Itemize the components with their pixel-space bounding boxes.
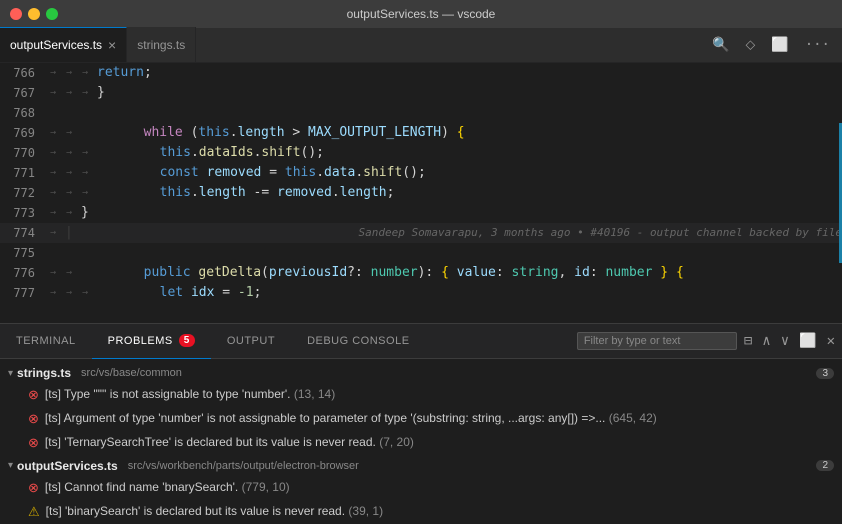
file-path: src/vs/workbench/parts/output/electron-b… — [128, 460, 359, 472]
code-line-774: 774 → | Sandeep Somavarapu, 3 months ago… — [0, 223, 842, 243]
toggle-single-icon[interactable]: ⬜ — [796, 331, 819, 351]
debug-tab-label: DEBUG CONSOLE — [307, 335, 409, 347]
terminal-tab-label: TERMINAL — [16, 335, 76, 347]
file-name: outputServices.ts — [17, 459, 118, 473]
tab-bar: outputServices.ts × strings.ts 🔍 ⬦ ⬜ ··· — [0, 28, 842, 63]
code-line-777: 777 → → → let idx = -1; — [0, 283, 842, 303]
nav-up-icon[interactable]: ∧ — [759, 331, 773, 351]
tab-strings[interactable]: strings.ts — [127, 27, 196, 62]
traffic-lights — [10, 8, 58, 20]
code-line-766: 766 → → → return; — [0, 63, 842, 83]
error-icon: ⊗ — [28, 386, 39, 404]
code-line-772: 772 → → → this.length -= removed.length; — [0, 183, 842, 203]
problem-text: [ts] 'binarySearch' is declared but its … — [46, 503, 834, 520]
error-icon: ⊗ — [28, 410, 39, 428]
problem-item[interactable]: ⊗ [ts] Argument of type 'number' is not … — [0, 407, 842, 431]
file-badge: 2 — [816, 460, 834, 471]
problem-text: [ts] 'TernarySearchTree' is declared but… — [45, 434, 834, 451]
problem-item[interactable]: ⚠ [ts] 'binarySearch' is declared but it… — [0, 500, 842, 523]
problem-pos: (7, 20) — [379, 435, 414, 449]
problem-pos: (13, 14) — [294, 387, 335, 401]
problem-text: [ts] Type '""' is not assignable to type… — [45, 386, 834, 403]
bottom-panel: TERMINAL PROBLEMS 5 OUTPUT DEBUG CONSOLE… — [0, 323, 842, 523]
editor-area: 766 → → → return; 767 → → → } 768 769 → … — [0, 63, 842, 323]
chevron-icon: ▾ — [8, 368, 13, 379]
problem-item[interactable]: ⊗ [ts] 'TernarySearchTree' is declared b… — [0, 431, 842, 455]
error-icon: ⊗ — [28, 479, 39, 497]
tab-label: strings.ts — [137, 38, 185, 52]
error-icon: ⊗ — [28, 434, 39, 452]
source-control-icon[interactable]: ⬦ — [741, 35, 759, 55]
problem-pos: (779, 10) — [242, 480, 290, 494]
tab-close-icon[interactable]: × — [108, 38, 116, 52]
problem-pos: (645, 42) — [609, 411, 657, 425]
problem-text: [ts] Argument of type 'number' is not as… — [45, 410, 834, 427]
tab-debug-console[interactable]: DEBUG CONSOLE — [291, 324, 425, 359]
file-group-output-services: ▾ outputServices.ts src/vs/workbench/par… — [0, 456, 842, 523]
problem-item[interactable]: ⊗ [ts] Type '""' is not assignable to ty… — [0, 383, 842, 407]
panel-filter: ⊟ ∧ ∨ ⬜ ✕ — [577, 331, 838, 351]
tab-problems[interactable]: PROBLEMS 5 — [92, 324, 211, 359]
nav-down-icon[interactable]: ∨ — [778, 331, 792, 351]
tab-output-services[interactable]: outputServices.ts × — [0, 27, 127, 62]
output-tab-label: OUTPUT — [227, 335, 275, 347]
code-line-767: 767 → → → } — [0, 83, 842, 103]
file-path: src/vs/base/common — [81, 367, 182, 379]
title-bar: outputServices.ts — vscode — [0, 0, 842, 28]
collapse-all-icon[interactable]: ⊟ — [741, 331, 755, 351]
file-group-strings: ▾ strings.ts src/vs/base/common 3 ⊗ [ts]… — [0, 363, 842, 456]
file-badge: 3 — [816, 368, 834, 379]
search-icon[interactable]: 🔍 — [708, 35, 733, 55]
tab-output[interactable]: OUTPUT — [211, 324, 291, 359]
close-button[interactable] — [10, 8, 22, 20]
file-header-output-services[interactable]: ▾ outputServices.ts src/vs/workbench/par… — [0, 456, 842, 476]
problem-text: [ts] Cannot find name 'bnarySearch'. (77… — [45, 479, 834, 496]
problems-list: ▾ strings.ts src/vs/base/common 3 ⊗ [ts]… — [0, 359, 842, 523]
window-title: outputServices.ts — vscode — [347, 7, 496, 21]
warning-icon: ⚠ — [28, 503, 40, 521]
problem-pos: (39, 1) — [348, 504, 383, 518]
chevron-icon: ▾ — [8, 460, 13, 471]
code-line-773: 773 → → } — [0, 203, 842, 223]
problem-item[interactable]: ⊗ [ts] Cannot find name 'bnarySearch'. (… — [0, 476, 842, 500]
fullscreen-button[interactable] — [46, 8, 58, 20]
problems-badge: 5 — [179, 334, 195, 347]
file-name: strings.ts — [17, 366, 71, 380]
problems-tab-label: PROBLEMS — [108, 335, 173, 347]
tab-label: outputServices.ts — [10, 38, 102, 52]
minimize-button[interactable] — [28, 8, 40, 20]
blame-annotation: Sandeep Somavarapu, 3 months ago • #4019… — [351, 223, 842, 243]
file-header-strings[interactable]: ▾ strings.ts src/vs/base/common 3 — [0, 363, 842, 383]
split-editor-icon[interactable]: ⬜ — [767, 35, 792, 55]
panel-tabs: TERMINAL PROBLEMS 5 OUTPUT DEBUG CONSOLE… — [0, 324, 842, 359]
filter-input[interactable] — [577, 332, 737, 350]
tab-terminal[interactable]: TERMINAL — [0, 324, 92, 359]
code-lines: 766 → → → return; 767 → → → } 768 769 → … — [0, 63, 842, 323]
close-panel-icon[interactable]: ✕ — [824, 331, 838, 351]
tab-bar-actions: 🔍 ⬦ ⬜ ··· — [708, 35, 834, 55]
more-actions-icon[interactable]: ··· — [801, 35, 834, 55]
